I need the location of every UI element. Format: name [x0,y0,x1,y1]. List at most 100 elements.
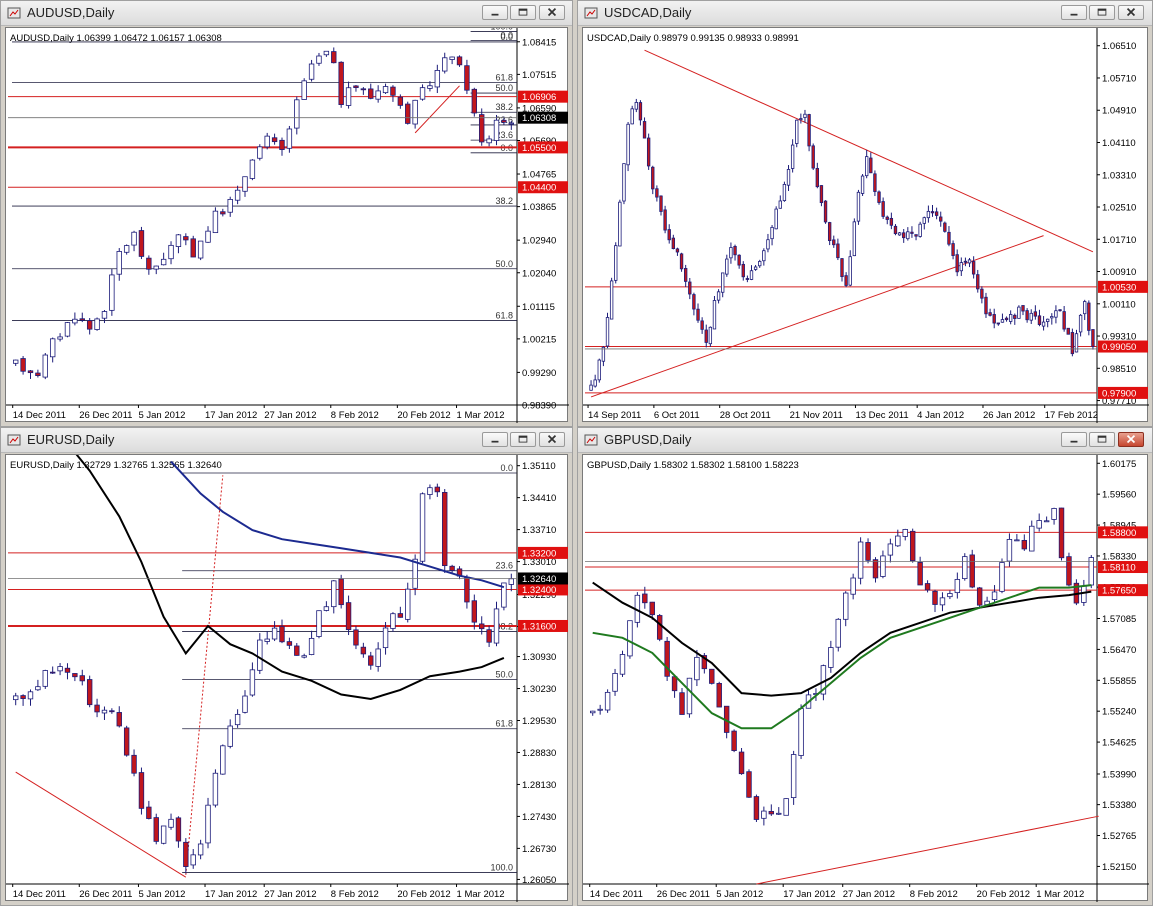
candle-body [761,810,767,819]
window-title: AUDUSD,Daily [27,5,115,20]
candlestick-chart[interactable]: GBPUSD,Daily 1.58302 1.58302 1.58100 1.5… [583,455,1149,902]
price-tag-label: 0.99050 [1102,342,1136,353]
candlestick-chart[interactable]: AUDUSD,Daily 1.06399 1.06472 1.06157 1.0… [6,28,569,423]
candle-body [590,710,596,714]
time-tick-label: 26 Jan 2012 [983,410,1035,421]
candle-body [1006,539,1013,562]
candle-body [442,57,448,72]
candle-body [153,817,159,842]
window-titlebar[interactable]: USDCAD,Daily [578,1,1152,26]
time-tick-label: 8 Feb 2012 [910,889,958,900]
candle-body [109,274,115,311]
candle-body [835,618,841,648]
candle-body [242,695,248,713]
candle-body [331,51,337,64]
candle-body [375,90,381,100]
price-tick-label: 1.30930 [522,652,556,663]
candle-body [762,250,766,262]
price-tick-label: 0.98510 [1102,364,1136,375]
candle-body [872,559,879,579]
candle-body [434,486,441,493]
candle-body [926,210,931,219]
candle-body [655,188,659,198]
candle-body [909,530,916,562]
close-button[interactable] [1118,5,1144,20]
candle-body [887,543,894,556]
candle-body [873,173,877,192]
candle-body [627,620,633,657]
candle-body [308,63,315,80]
maximize-button[interactable] [1089,5,1115,20]
candle-body [671,237,676,249]
chart-window-gbpusd[interactable]: GBPUSD,Daily GBPUSD,Daily 1.58302 1.5830… [577,427,1153,906]
candle-body [249,159,256,179]
candle-body [168,244,174,260]
close-button[interactable] [539,5,565,20]
candle-body [840,258,844,278]
candle-body [976,587,983,606]
candle-body [434,70,441,88]
chart-plot-area[interactable]: EURUSD,Daily 1.32729 1.32765 1.32565 1.3… [5,454,569,902]
candle-body [688,281,692,295]
candle-body [630,108,634,125]
minimize-button[interactable] [1061,5,1087,20]
candle-body [493,119,500,141]
time-tick-label: 26 Dec 2011 [79,889,132,900]
chart-plot-area[interactable]: AUDUSD,Daily 1.06399 1.06472 1.06157 1.0… [5,27,569,423]
fibonacci-level-label: 50.0 [495,83,513,93]
candle-body [109,710,115,713]
candle-body [323,50,330,56]
close-button[interactable] [539,432,565,447]
minimize-button[interactable] [482,432,508,447]
candle-body [667,229,671,241]
maximize-button[interactable] [510,5,536,20]
time-tick-label: 26 Dec 2011 [79,410,132,421]
candle-body [1046,318,1050,322]
candle-body [815,168,819,188]
candle-body [101,709,108,714]
chart-plot-area[interactable]: GBPUSD,Daily 1.58302 1.58302 1.58100 1.5… [582,454,1149,902]
chart-window-icon [584,7,598,19]
candle-body [412,99,418,125]
candlestick-chart[interactable]: USDCAD,Daily 0.98979 0.99135 0.98933 0.9… [583,28,1149,423]
maximize-button[interactable] [1089,432,1115,447]
candle-body [848,256,852,286]
chart-plot-area[interactable]: USDCAD,Daily 0.98979 0.99135 0.98933 0.9… [582,27,1149,423]
candle-body [197,240,204,259]
candle-body [811,145,815,169]
fibonacci-level-label: 23.6 [495,561,513,571]
window-titlebar[interactable]: AUDUSD,Daily [1,1,572,26]
window-titlebar[interactable]: GBPUSD,Daily [578,428,1152,453]
candle-body [464,576,470,603]
chart-header-label: USDCAD,Daily 0.98979 0.99135 0.98933 0.9… [587,33,799,44]
maximize-button[interactable] [510,432,536,447]
candle-body [962,556,968,580]
chart-window-usdcad[interactable]: USDCAD,Daily USDCAD,Daily 0.98979 0.9913… [577,0,1153,427]
window-titlebar[interactable]: EURUSD,Daily [1,428,572,453]
chart-window-eurusd[interactable]: EURUSD,Daily EURUSD,Daily 1.32729 1.3276… [0,427,573,906]
candle-body [1013,314,1017,319]
candle-body [72,673,78,678]
chart-window-icon [584,434,598,446]
candle-body [508,122,514,125]
chart-window-audusd[interactable]: AUDUSD,Daily AUDUSD,Daily 1.06399 1.0647… [0,0,573,427]
candle-body [449,56,455,60]
candle-body [382,86,389,94]
candle-body [850,577,856,595]
window-title: GBPUSD,Daily [604,432,692,447]
candle-body [1008,314,1013,322]
maximize-icon [1097,435,1107,443]
candle-body [323,606,330,611]
chart-header-label: GBPUSD,Daily 1.58302 1.58302 1.58100 1.5… [587,460,799,471]
price-tick-label: 1.01710 [1102,235,1136,246]
candle-body [1017,306,1021,319]
candlestick-chart[interactable]: EURUSD,Daily 1.32729 1.32765 1.32565 1.3… [6,455,569,902]
minimize-button[interactable] [482,5,508,20]
candle-body [947,231,951,245]
price-tick-label: 1.55240 [1102,707,1136,718]
candle-body [220,211,226,215]
close-button[interactable] [1118,432,1144,447]
price-tag-label: 1.32400 [522,585,556,596]
candle-body [427,487,433,495]
minimize-button[interactable] [1061,432,1087,447]
